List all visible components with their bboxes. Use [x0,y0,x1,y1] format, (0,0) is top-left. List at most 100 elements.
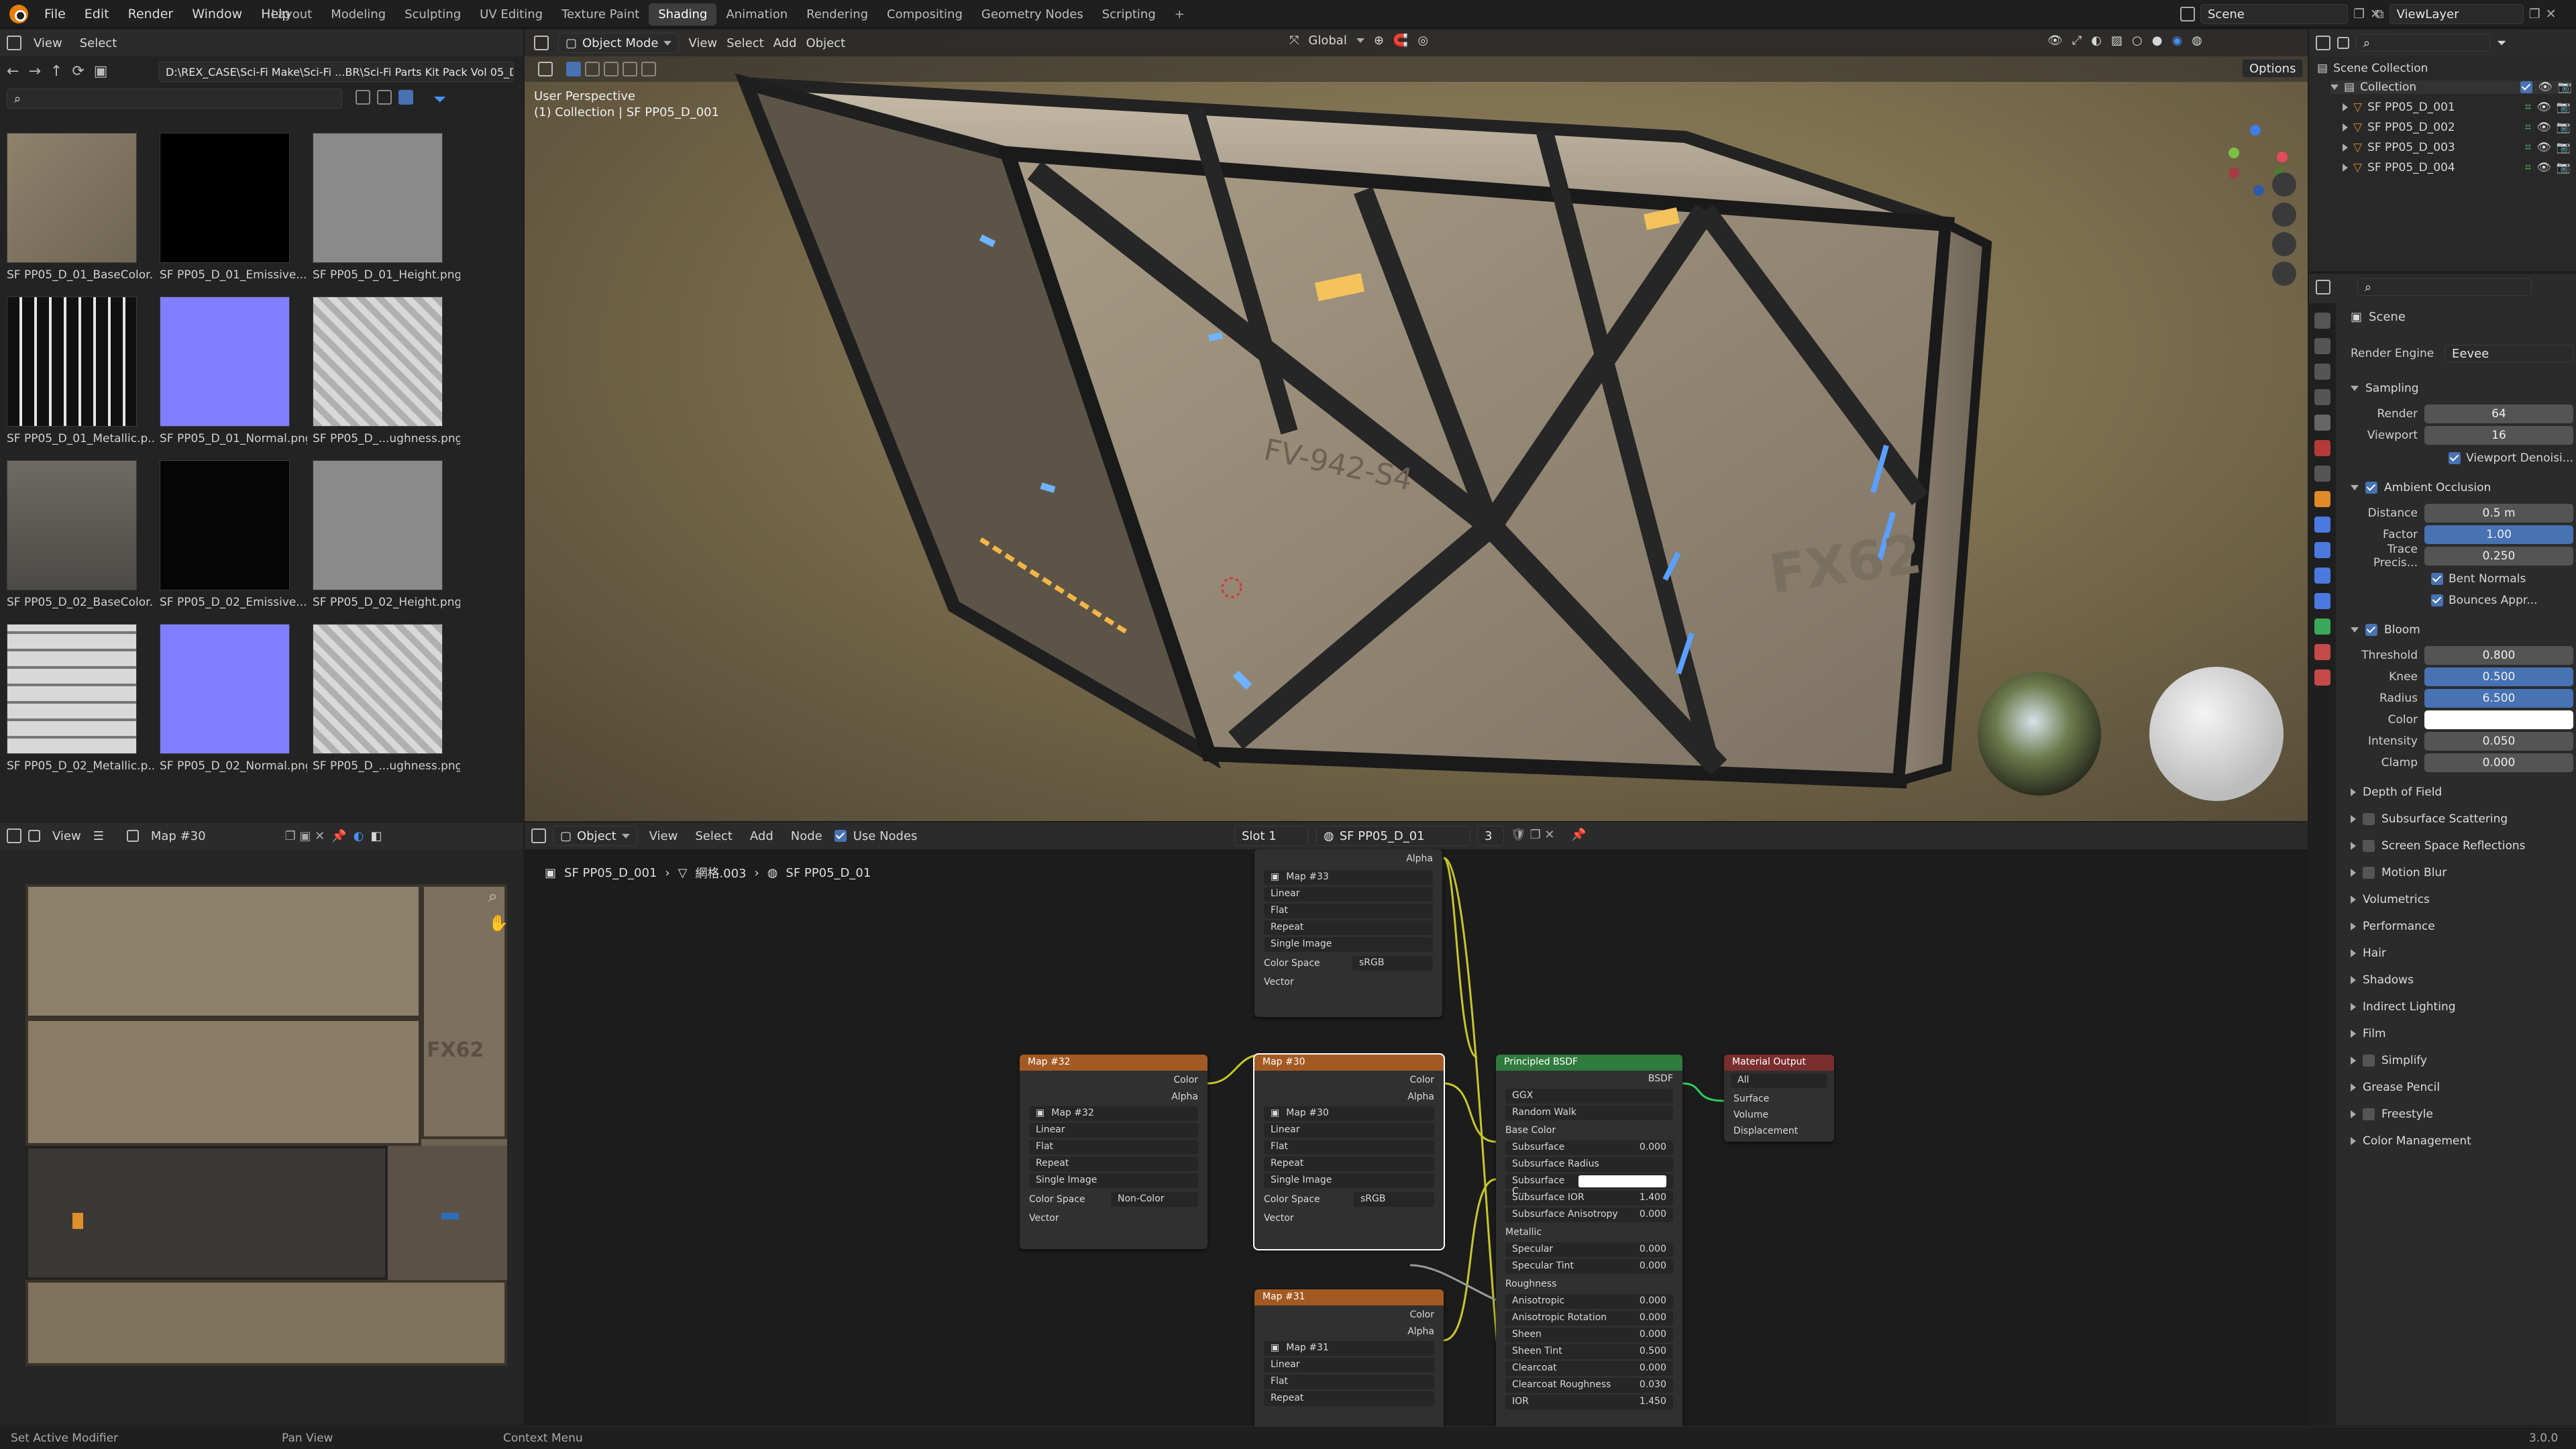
view-layer-field[interactable]: ViewLayer [2389,4,2524,24]
panel-enable-checkbox[interactable] [2363,1108,2375,1120]
add-workspace-icon[interactable]: + [1165,3,1194,25]
image-selector[interactable]: ▣ Map #31 [1264,1341,1434,1356]
zoom-icon[interactable]: ⌕ [488,887,497,906]
panel-enable-checkbox[interactable] [2363,867,2375,879]
bsdf-input-row[interactable]: IOR 1.450 [1505,1395,1673,1409]
node-material-output[interactable]: Material Output All Surface Volume Displ… [1724,1055,1834,1142]
panel-collapsed[interactable]: Volumetrics [2351,888,2573,911]
ao-distance-field[interactable]: 0.5 m [2424,504,2573,523]
copy-icon[interactable]: ❐ [2353,7,2365,21]
image-selector[interactable]: ▣ Map #33 [1264,870,1433,885]
tab-compositing[interactable]: Compositing [877,3,972,25]
menu-view[interactable]: View [28,36,68,50]
tab-animation[interactable]: Animation [716,3,797,25]
search-input[interactable]: ⌕ [7,89,342,109]
camera-icon[interactable]: 📷 [2558,80,2572,94]
eye-icon[interactable]: 👁 [2536,161,2551,174]
editor-type-icon[interactable] [7,36,21,50]
panel-collapsed[interactable]: Subsurface Scattering [2351,808,2573,830]
scene-collection-row[interactable]: ▤ Scene Collection [2317,62,2428,75]
3d-viewport[interactable]: ▢ Object Mode View Select Add Object ⤧ G… [525,30,2308,821]
file-thumbnail[interactable]: SF PP05_D_02_Normal.png [160,624,307,773]
extension-dropdown[interactable]: Repeat [1029,1157,1198,1171]
image-name-field[interactable]: Map #30 [146,829,211,843]
bsdf-input-row[interactable]: Clearcoat Roughness 0.030 [1505,1378,1673,1393]
bsdf-input-row[interactable]: Sheen Tint 0.500 [1505,1344,1673,1359]
copy-icon[interactable]: ❐ [2529,7,2540,21]
bloom-knee-field[interactable]: 0.500 [2424,667,2573,686]
viewport-samples-field[interactable]: 16 [2424,426,2573,445]
menu-select[interactable]: Select [74,36,123,50]
node-header[interactable]: Map #31 [1254,1289,1444,1305]
bounces-checkbox[interactable] [2431,594,2443,606]
projection-dropdown[interactable]: Flat [1029,1140,1198,1155]
bent-normals-checkbox[interactable] [2431,573,2443,585]
texture-image-preview[interactable]: FX62 [25,884,507,1366]
pan-hand-icon[interactable] [2272,203,2296,227]
physics-tab-icon[interactable] [2314,568,2330,584]
panel-collapsed[interactable]: Depth of Field [2351,781,2573,804]
panel-ambient-occlusion[interactable]: Ambient Occlusion [2351,476,2573,499]
node-header[interactable]: Map #30 [1254,1055,1444,1071]
bsdf-input-row[interactable]: Anisotropic 0.000 [1505,1294,1673,1309]
file-thumbnail[interactable]: SF PP05_D_01_Height.png [313,133,460,282]
editor-type-icon[interactable] [2316,280,2330,294]
expand-icon[interactable] [2343,144,2348,152]
collection-row[interactable]: ▤ Collection 👁 📷 [2330,80,2572,94]
shader-node-editor[interactable]: ▢ Object View Select Add Node Use Nodes … [525,822,2308,1430]
filter-icon[interactable]: ⏷ [2497,36,2506,50]
gizmo-x-axis-icon[interactable] [2277,152,2288,162]
bloom-threshold-field[interactable]: 0.800 [2424,646,2573,665]
tab-modeling[interactable]: Modeling [321,3,395,25]
pan-hand-icon[interactable]: ✋ [488,914,508,932]
bsdf-input-row[interactable]: Base Color [1496,1122,1682,1138]
bloom-radius-field[interactable]: 6.500 [2424,689,2573,708]
file-thumbnail[interactable]: SF PP05_D_02_Metallic.p... [7,624,154,773]
panel-bloom[interactable]: Bloom [2351,619,2573,641]
view-layer-tab-icon[interactable] [2314,389,2330,405]
bsdf-input-row[interactable]: Subsurface C... [1505,1174,1673,1197]
render-samples-field[interactable]: 64 [2424,405,2573,423]
ao-factor-field[interactable]: 1.00 [2424,525,2573,544]
color-swatch[interactable] [1578,1175,1666,1187]
modifier-icon[interactable]: ⌗ [2525,141,2532,154]
overlay-icon[interactable]: ◐ [354,829,364,843]
thumbnail-view-icon[interactable] [398,90,413,105]
editor-type-icon[interactable] [2316,36,2330,50]
zoom-icon[interactable] [2272,172,2296,197]
modifier-icon[interactable]: ⌗ [2525,161,2532,174]
panel-collapsed[interactable]: Color Management [2351,1130,2573,1152]
outliner-object-row[interactable]: ▽ SF PP05_D_004 ⌗ 👁 📷 [2343,161,2571,174]
tab-shading[interactable]: Shading [649,3,717,25]
projection-dropdown[interactable]: Flat [1264,904,1433,918]
gizmo-z-axis-icon[interactable] [2250,125,2261,136]
bsdf-input-row[interactable]: Subsurface IOR 1.400 [1505,1191,1673,1205]
camera-icon[interactable]: 📷 [2557,121,2571,134]
render-engine-dropdown[interactable]: Eevee [2445,345,2573,362]
image-selector[interactable]: ▣ Map #30 [1264,1106,1434,1121]
outliner-object-row[interactable]: ▽ SF PP05_D_002 ⌗ 👁 📷 [2343,121,2571,134]
collection-tab-icon[interactable] [2314,466,2330,482]
tab-scripting[interactable]: Scripting [1093,3,1165,25]
interpolation-dropdown[interactable]: Linear [1029,1123,1198,1138]
particles-tab-icon[interactable] [2314,542,2330,558]
color-space-dropdown[interactable]: sRGB [1352,956,1433,971]
modifier-icon[interactable]: ⌗ [2525,101,2532,114]
forward-icon[interactable]: → [28,63,40,80]
eye-icon[interactable]: 👁 [2536,101,2551,114]
image-actions-icon[interactable]: ❐ ▣ ✕ [285,829,325,843]
bsdf-input-row[interactable]: Anisotropic Rotation 0.000 [1505,1311,1673,1326]
ao-trace-field[interactable]: 0.250 [2424,547,2573,566]
tab-sculpting[interactable]: Sculpting [395,3,470,25]
texture-tab-icon[interactable] [2314,669,2330,686]
tab-rendering[interactable]: Rendering [797,3,877,25]
blender-logo-icon[interactable] [9,5,28,23]
menu-render[interactable]: Render [119,7,183,21]
panel-collapsed[interactable]: Simplify [2351,1049,2573,1072]
camera-view-icon[interactable] [2272,232,2296,256]
tab-uv-editing[interactable]: UV Editing [470,3,552,25]
bsdf-input-row[interactable]: Specular Tint 0.000 [1505,1259,1673,1274]
scene-field[interactable]: Scene [2200,4,2348,24]
panel-collapsed[interactable]: Indirect Lighting [2351,996,2573,1018]
extension-dropdown[interactable]: Repeat [1264,1391,1434,1406]
